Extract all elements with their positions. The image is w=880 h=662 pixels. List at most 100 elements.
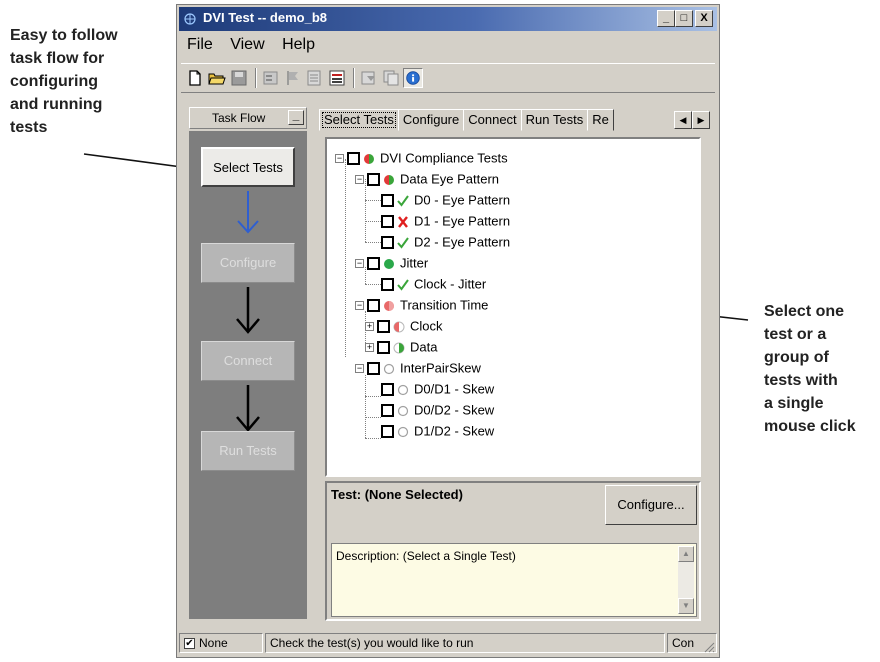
empty-circle-status-icon (397, 384, 409, 395)
menu-bar: File View Help (181, 33, 322, 57)
node-label: D0 - Eye Pattern (414, 192, 511, 208)
step-connect-button[interactable]: Connect (201, 341, 295, 381)
save-disk-icon[interactable] (229, 68, 249, 88)
expand-toggle[interactable]: + (365, 343, 374, 353)
node-checkbox[interactable] (381, 278, 394, 292)
tree-node-clock[interactable]: + Clock (365, 317, 443, 335)
report-icon[interactable] (305, 68, 325, 88)
toolbar (181, 63, 715, 93)
tab-scroll-right-button[interactable]: ▶ (692, 111, 710, 129)
node-label: D1/D2 - Skew (414, 423, 495, 439)
title-bar[interactable]: DVI Test -- demo_b8 _ □ X (179, 7, 717, 31)
tree-connector (365, 200, 381, 201)
collapse-toggle[interactable]: − (355, 364, 364, 374)
scroll-down-button[interactable]: ▼ (678, 598, 694, 614)
expand-toggle[interactable]: + (365, 322, 374, 332)
tree-node-jitter[interactable]: − Jitter (355, 254, 428, 272)
filter-icon[interactable] (359, 68, 379, 88)
info-icon (406, 71, 420, 85)
tab-run-tests[interactable]: Run Tests (520, 109, 589, 131)
tree-connector (365, 375, 366, 438)
description-box: Description: (Select a Single Test) ▲ ▼ (331, 543, 697, 617)
tree-node-dvi-compliance-tests[interactable]: − DVI Compliance Tests (335, 149, 508, 167)
tree-node-data-eye-pattern[interactable]: − Data Eye Pattern (355, 170, 499, 188)
configure-button[interactable]: Configure... (605, 485, 697, 525)
status-check-label: None (199, 636, 228, 650)
task-flow-body: Select Tests Configure Connect Run Tests (189, 131, 307, 619)
flag-icon[interactable] (283, 68, 303, 88)
tab-scroll-left-button[interactable]: ◀ (674, 111, 692, 129)
tree-node-d0-eye-pattern[interactable]: D0 - Eye Pattern (381, 191, 510, 209)
empty-circle-status-icon (383, 363, 395, 374)
node-checkbox[interactable] (381, 194, 394, 208)
tree-node-d2-eye-pattern[interactable]: D2 - Eye Pattern (381, 233, 510, 251)
step-select-tests-button[interactable]: Select Tests (201, 147, 295, 187)
node-checkbox[interactable] (367, 362, 380, 376)
minimize-button[interactable]: _ (657, 10, 675, 27)
window-title: DVI Test -- demo_b8 (203, 10, 328, 25)
tab-connect[interactable]: Connect (463, 109, 522, 131)
copy-icon[interactable] (381, 68, 401, 88)
half-red-green-status-icon (384, 174, 394, 185)
node-label: D2 - Eye Pattern (414, 234, 511, 250)
node-checkbox[interactable] (367, 173, 380, 187)
info-button[interactable] (403, 68, 423, 88)
callout-select-tests: Select one test or a group of tests with… (764, 303, 856, 435)
half-red-status-icon (393, 321, 405, 333)
menu-file[interactable]: File (181, 33, 220, 54)
dvi-test-window: DVI Test -- demo_b8 _ □ X File View Help (176, 4, 720, 658)
flow-arrow-down-icon (236, 287, 260, 334)
tab-select-tests[interactable]: Select Tests (319, 109, 399, 131)
node-checkbox[interactable] (367, 257, 380, 271)
node-checkbox[interactable] (347, 152, 360, 166)
tree-node-interpairskew[interactable]: − InterPairSkew (355, 359, 481, 377)
node-checkbox[interactable] (377, 320, 390, 334)
tree-node-d1-eye-pattern[interactable]: D1 - Eye Pattern (381, 212, 510, 230)
tree-connector (365, 438, 381, 439)
flow-arrow-down-icon (237, 191, 259, 234)
node-label: DVI Compliance Tests (380, 150, 508, 166)
step-run-tests-button[interactable]: Run Tests (201, 431, 295, 471)
collapse-toggle[interactable]: − (355, 175, 364, 185)
toolbar-separator (353, 68, 355, 88)
task-flow-title: Task Flow (212, 111, 266, 125)
tree-node-d0-d1-skew[interactable]: D0/D1 - Skew (381, 380, 494, 398)
open-folder-icon[interactable] (207, 68, 227, 88)
task-flow-minimize-button[interactable]: _ (288, 109, 304, 125)
scroll-up-button[interactable]: ▲ (678, 546, 694, 562)
collapse-toggle[interactable]: − (355, 301, 364, 311)
maximize-button[interactable]: □ (675, 10, 693, 27)
results-icon[interactable] (327, 68, 347, 88)
collapse-toggle[interactable]: − (355, 259, 364, 269)
menu-view[interactable]: View (224, 33, 271, 54)
tree-node-d1-d2-skew[interactable]: D1/D2 - Skew (381, 422, 494, 440)
tree-node-clock-jitter[interactable]: Clock - Jitter (381, 275, 486, 293)
task-flow-header: Task Flow _ (189, 107, 307, 129)
checkmark-icon: ✔ (184, 638, 195, 650)
tab-results[interactable]: Re (587, 109, 614, 131)
tab-configure[interactable]: Configure (397, 109, 465, 131)
description-scrollbar[interactable]: ▲ ▼ (678, 546, 694, 614)
tree-connector (365, 221, 381, 222)
resize-grip-icon[interactable] (703, 641, 715, 653)
node-checkbox[interactable] (381, 215, 394, 229)
collapse-toggle[interactable]: − (335, 154, 344, 164)
node-checkbox[interactable] (367, 299, 380, 313)
tree-connector (345, 159, 346, 357)
callout-task-flow: Easy to follow task flow for configuring… (10, 27, 118, 136)
node-checkbox[interactable] (381, 404, 394, 418)
new-document-icon[interactable] (185, 68, 205, 88)
close-button[interactable]: X (695, 10, 713, 27)
tree-node-data[interactable]: + Data (365, 338, 437, 356)
menu-help[interactable]: Help (276, 33, 322, 54)
node-label: Jitter (400, 255, 429, 271)
node-checkbox[interactable] (381, 236, 394, 250)
tree-node-d0-d2-skew[interactable]: D0/D2 - Skew (381, 401, 494, 419)
properties-icon[interactable] (261, 68, 281, 88)
step-configure-button[interactable]: Configure (201, 243, 295, 283)
node-checkbox[interactable] (381, 425, 394, 439)
tree-node-transition-time[interactable]: − Transition Time (355, 296, 488, 314)
node-checkbox[interactable] (381, 383, 394, 397)
node-checkbox[interactable] (377, 341, 390, 355)
red-dot-status-icon (384, 300, 394, 311)
